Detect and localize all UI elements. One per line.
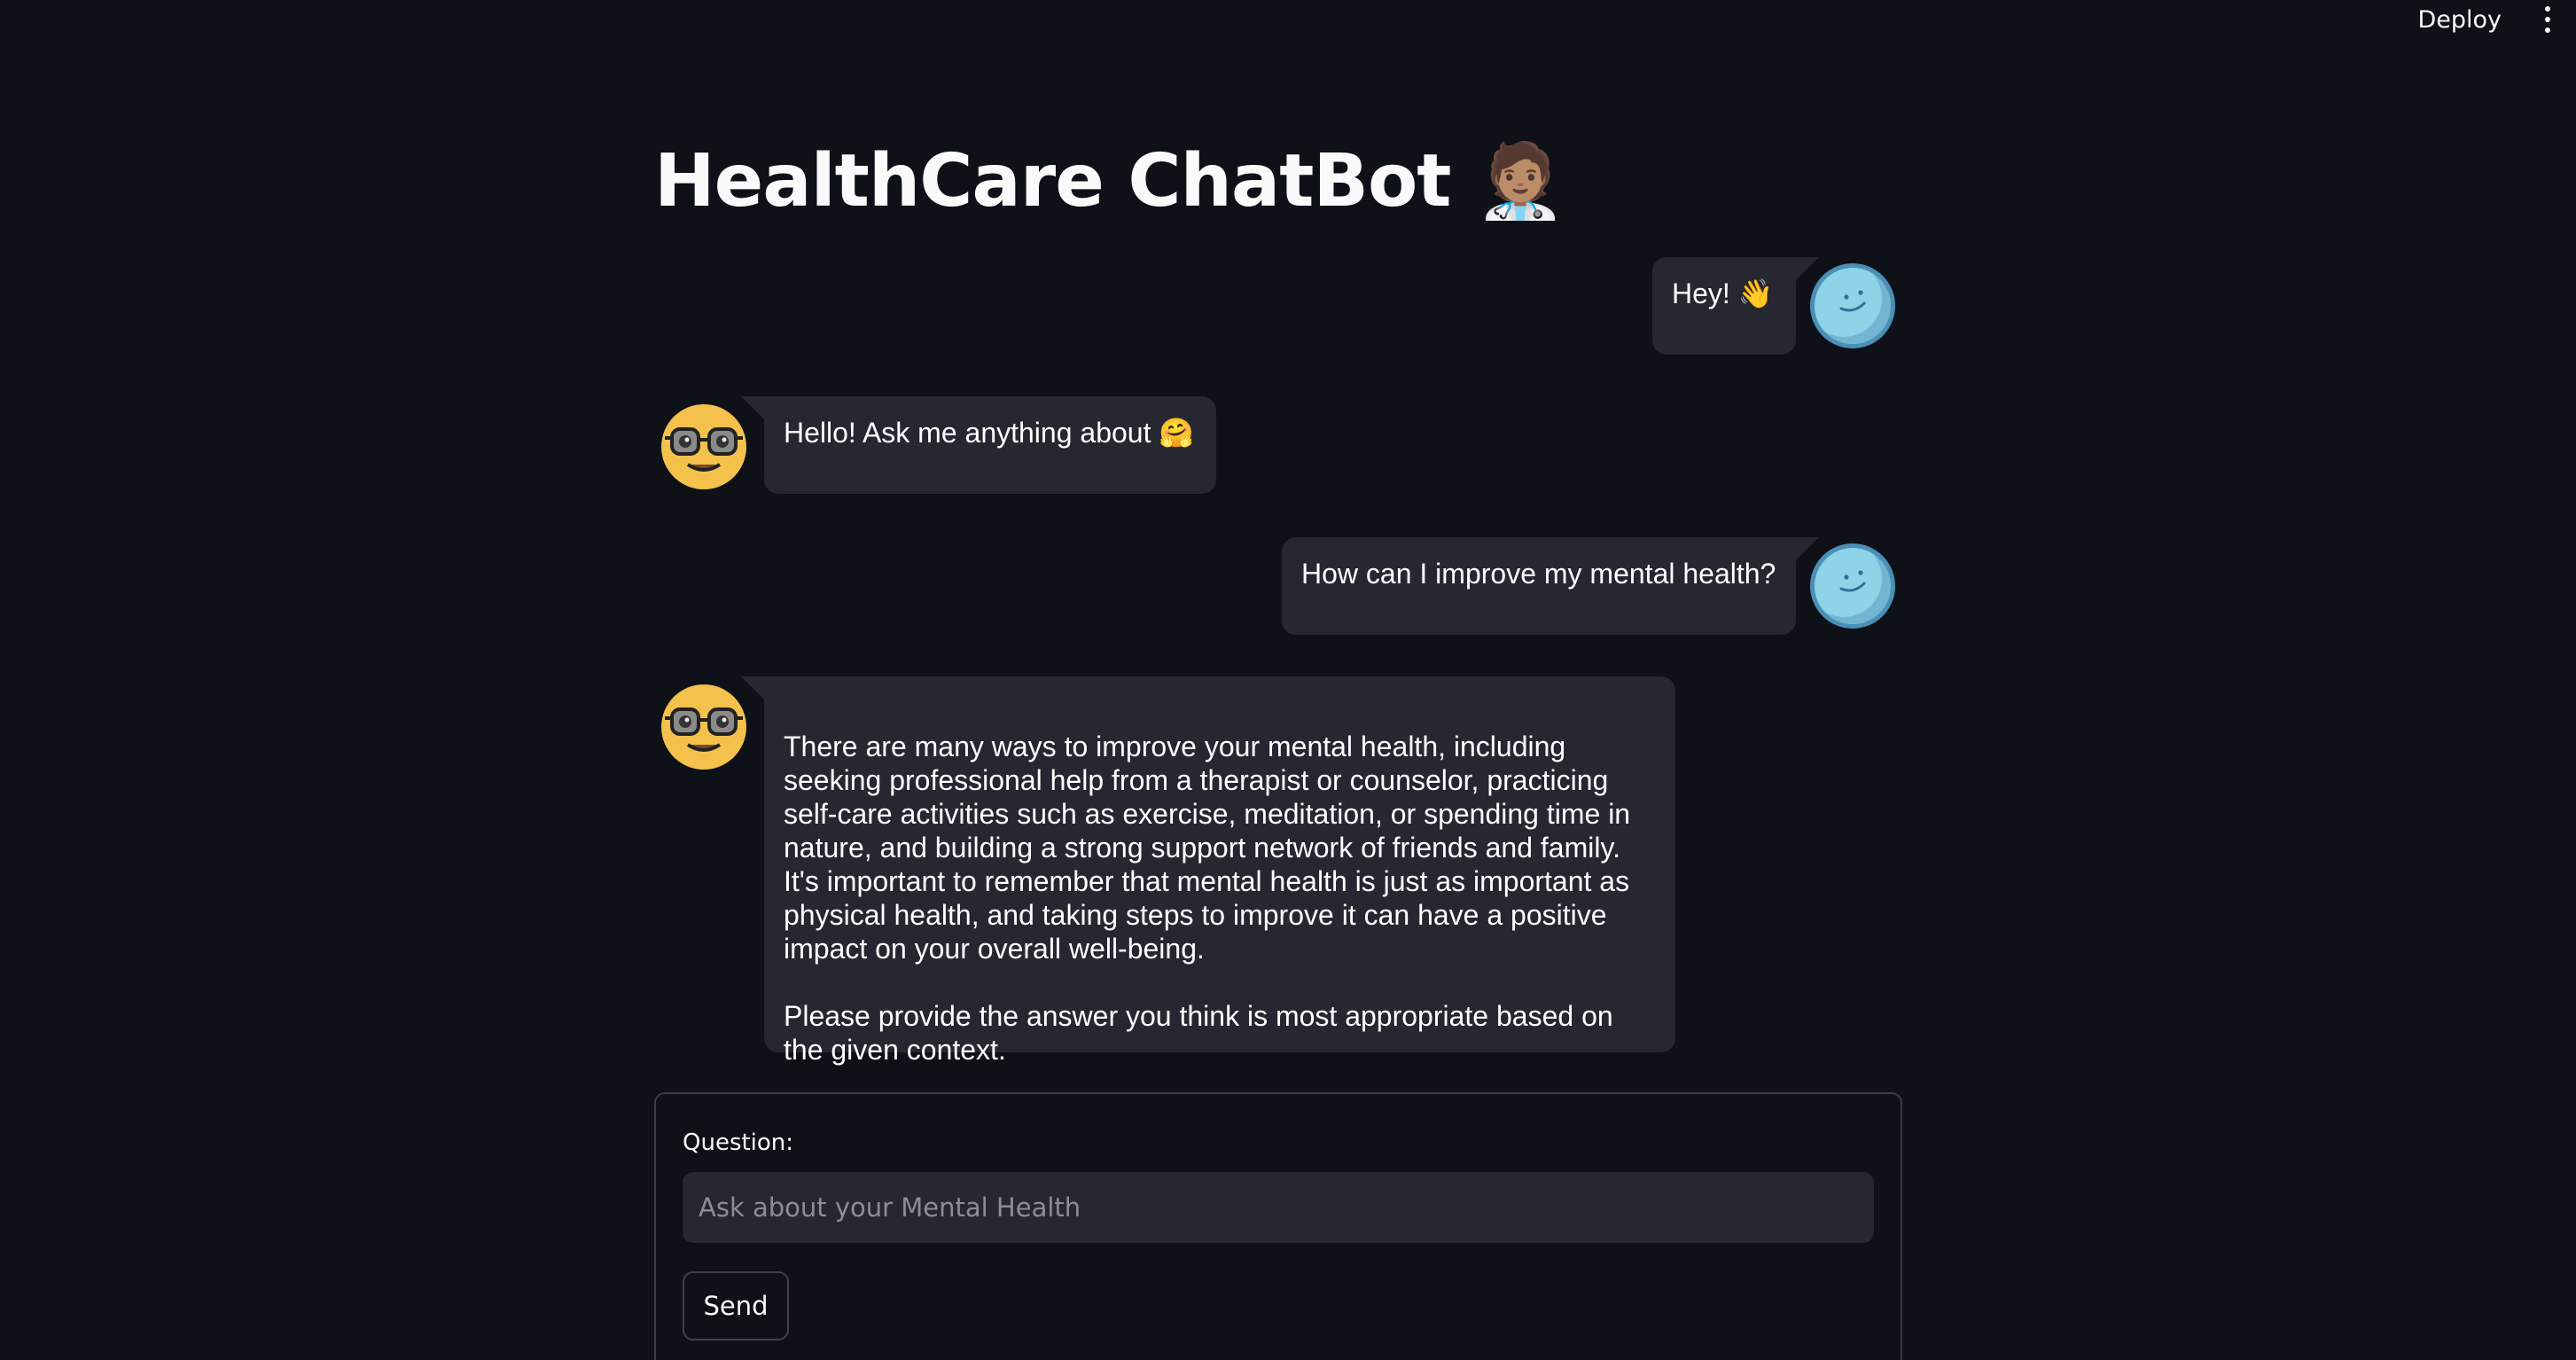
nerd-face-avatar-icon	[661, 684, 746, 770]
message-text: Hey! 👋	[1672, 277, 1774, 309]
avatar-face	[1839, 290, 1866, 312]
message-text: There are many ways to improve your ment…	[784, 731, 1631, 1066]
more-vertical-icon[interactable]	[2537, 2, 2558, 37]
app-root: Deploy HealthCare ChatBot 🧑🏽‍⚕️ Hey! 👋	[0, 0, 2576, 1360]
message-text: Hello! Ask me anything about 🤗	[784, 417, 1195, 449]
menu-dot	[2545, 27, 2550, 33]
deploy-button[interactable]: Deploy	[2401, 6, 2517, 34]
message-bubble: Hello! Ask me anything about 🤗	[764, 396, 1216, 494]
avatar-face	[665, 427, 743, 472]
question-label: Question:	[683, 1129, 794, 1156]
message-text: How can I improve my mental health?	[1301, 558, 1776, 590]
avatar-face	[665, 707, 743, 752]
menu-dot	[2545, 17, 2550, 22]
question-form: Question: Send	[654, 1092, 1902, 1360]
message-bubble: How can I improve my mental health?	[1282, 537, 1796, 635]
send-button[interactable]: Send	[683, 1271, 789, 1340]
message-bubble: Hey! 👋	[1652, 257, 1796, 355]
avatar-face	[1839, 570, 1866, 592]
menu-dot	[2545, 6, 2550, 12]
smiling-face-avatar-icon	[1810, 543, 1895, 629]
top-toolbar: Deploy	[2401, 0, 2576, 39]
message-bubble: There are many ways to improve your ment…	[764, 676, 1675, 1066]
smiling-face-avatar-icon	[1810, 263, 1895, 348]
bubble-tail	[741, 396, 764, 419]
nerd-face-avatar-icon	[661, 404, 746, 489]
question-input[interactable]	[683, 1172, 1874, 1243]
bubble-tail	[741, 676, 764, 700]
page-title: HealthCare ChatBot 🧑🏽‍⚕️	[654, 139, 1565, 223]
